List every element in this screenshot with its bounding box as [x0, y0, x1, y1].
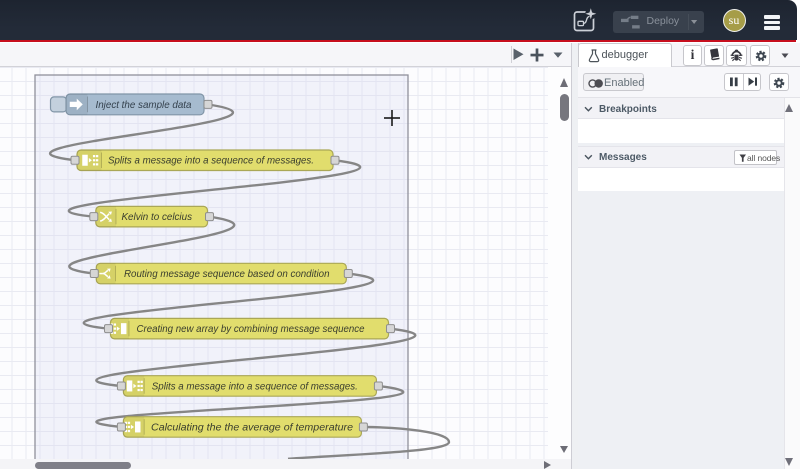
svg-text:Routing message sequence based: Routing message sequence based on condit… [124, 268, 330, 279]
svg-text:Calculating the the average of: Calculating the the average of temperatu… [151, 422, 353, 433]
svg-text:Kelvin to celcius: Kelvin to celcius [122, 212, 193, 223]
svg-text:Splits a message into a sequen: Splits a message into a sequence of mess… [152, 381, 358, 392]
svg-text:Creating new array by combinin: Creating new array by combining message … [137, 324, 365, 335]
svg-text:Splits a message into a sequen: Splits a message into a sequence of mess… [108, 155, 314, 166]
svg-text:Inject the sample data: Inject the sample data [96, 99, 192, 110]
